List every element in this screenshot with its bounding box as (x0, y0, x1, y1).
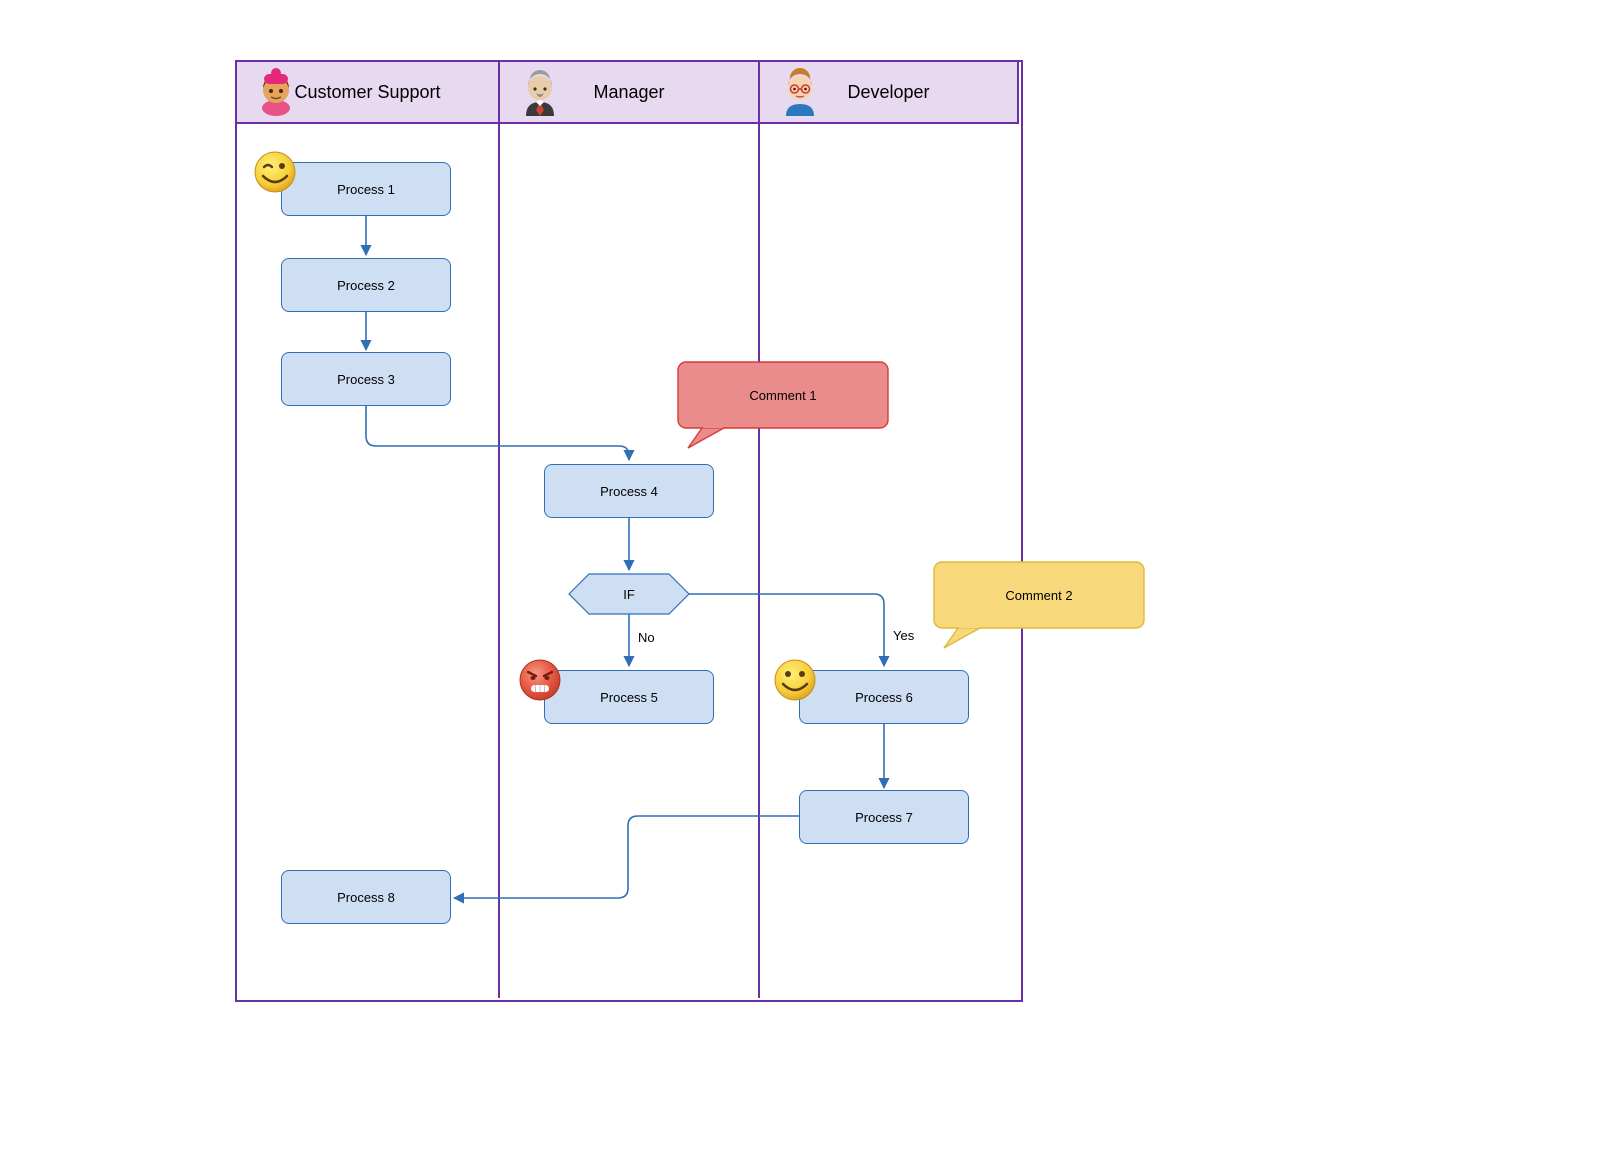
diagram-canvas: Customer Support Manager Developer (0, 0, 1624, 1160)
decision-if-label: IF (623, 587, 635, 602)
process-4[interactable]: Process 4 (544, 464, 714, 518)
process-6-label: Process 6 (855, 690, 913, 705)
process-5[interactable]: Process 5 (544, 670, 714, 724)
process-1-label: Process 1 (337, 182, 395, 197)
process-8-label: Process 8 (337, 890, 395, 905)
comment-2-label: Comment 2 (1005, 588, 1072, 603)
edge-label-yes: Yes (893, 628, 914, 643)
comment-1[interactable]: Comment 1 (678, 362, 888, 428)
process-2[interactable]: Process 2 (281, 258, 451, 312)
decision-if[interactable]: IF (569, 574, 689, 614)
process-3[interactable]: Process 3 (281, 352, 451, 406)
process-2-label: Process 2 (337, 278, 395, 293)
process-7-label: Process 7 (855, 810, 913, 825)
process-1[interactable]: Process 1 (281, 162, 451, 216)
process-8[interactable]: Process 8 (281, 870, 451, 924)
process-6[interactable]: Process 6 (799, 670, 969, 724)
smile-emoji-icon (773, 658, 817, 702)
process-5-label: Process 5 (600, 690, 658, 705)
connector-layer (0, 0, 1624, 1160)
process-7[interactable]: Process 7 (799, 790, 969, 844)
comment-2[interactable]: Comment 2 (934, 562, 1144, 628)
wink-emoji-icon (253, 150, 297, 194)
comment-1-label: Comment 1 (749, 388, 816, 403)
process-4-label: Process 4 (600, 484, 658, 499)
edge-label-no: No (638, 630, 655, 645)
process-3-label: Process 3 (337, 372, 395, 387)
angry-emoji-icon (518, 658, 562, 702)
